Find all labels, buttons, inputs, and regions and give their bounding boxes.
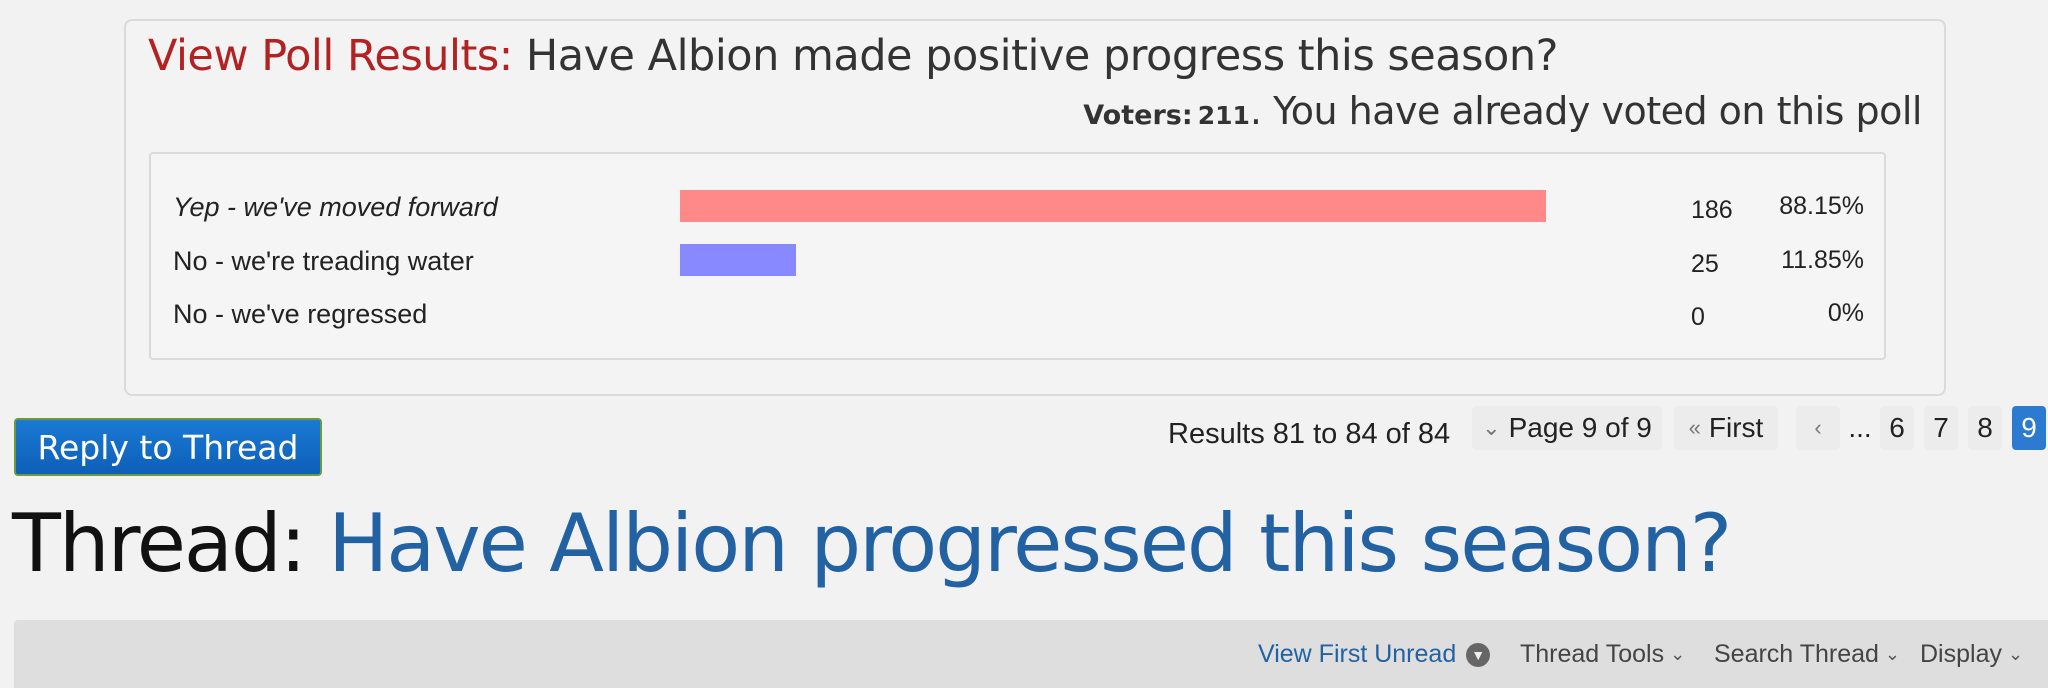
previous-page-button[interactable]: ‹ xyxy=(1796,406,1840,450)
thread-toolbar: View First Unread ▼ Thread Tools ⌄ Searc… xyxy=(14,620,2048,688)
results-count: Results 81 to 84 of 84 xyxy=(1168,418,1451,450)
poll-results-panel: View Poll Results: Have Albion made posi… xyxy=(124,19,1946,396)
poll-option-percent: 11.85% xyxy=(1781,246,1864,274)
page-link-9-current[interactable]: 9 xyxy=(2012,406,2046,450)
poll-voters-info: Voters: 211. You have already voted on t… xyxy=(1083,89,1922,133)
poll-option-row: Yep - we've moved forward 186 88.15% xyxy=(151,188,1884,228)
display-label: Display xyxy=(1920,640,2002,668)
poll-option-count: 186 xyxy=(1691,196,1733,224)
first-label: First xyxy=(1708,412,1764,443)
thread-label: Thread: xyxy=(12,497,307,590)
display-menu[interactable]: Display ⌄ xyxy=(1920,640,2023,669)
thread-name: Have Albion progressed this season? xyxy=(328,497,1732,590)
chevron-down-icon: ⌄ xyxy=(1670,644,1686,664)
view-first-unread-link[interactable]: View First Unread ▼ xyxy=(1258,640,1491,669)
first-unread-icon: ▼ xyxy=(1466,642,1491,667)
search-thread-label: Search Thread xyxy=(1714,640,1879,668)
chevron-down-icon: ⌄ xyxy=(2007,644,2024,664)
thread-title: Thread: Have Albion progressed this seas… xyxy=(12,497,1732,590)
poll-bar xyxy=(680,190,1546,222)
poll-bar xyxy=(680,244,797,276)
poll-option-count: 0 xyxy=(1691,303,1705,331)
reply-to-thread-button[interactable]: Reply to Thread xyxy=(14,418,322,476)
voters-label: Voters: xyxy=(1083,100,1193,131)
poll-option-label: No - we're treading water xyxy=(173,246,474,276)
pagination-ellipsis: ... xyxy=(1848,412,1872,443)
page-link-6[interactable]: 6 xyxy=(1880,406,1914,450)
view-first-unread-label: View First Unread xyxy=(1258,640,1457,668)
poll-option-percent: 88.15% xyxy=(1779,192,1864,220)
voters-count: 211 xyxy=(1197,101,1250,130)
page-link-8[interactable]: 8 xyxy=(1968,406,2002,450)
poll-option-row: No - we've regressed 0 0% xyxy=(151,295,1884,335)
poll-option-label: Yep - we've moved forward xyxy=(173,192,498,222)
search-thread-menu[interactable]: Search Thread ⌄ xyxy=(1714,640,1900,669)
poll-question: Have Albion made positive progress this … xyxy=(525,31,1559,81)
chevron-down-icon: ⌄ xyxy=(1482,415,1501,440)
poll-results-table: Yep - we've moved forward 186 88.15% No … xyxy=(149,152,1886,360)
poll-bar-track xyxy=(680,244,1546,276)
double-chevron-left-icon: « xyxy=(1688,415,1701,440)
poll-results-label: View Poll Results: xyxy=(148,31,513,81)
first-page-link[interactable]: « First xyxy=(1674,406,1778,450)
page-label: Page 9 of 9 xyxy=(1508,412,1652,443)
poll-bar-track xyxy=(680,297,1546,329)
poll-option-count: 25 xyxy=(1691,250,1719,278)
page-link-7[interactable]: 7 xyxy=(1924,406,1958,450)
chevron-down-icon: ⌄ xyxy=(1884,644,1901,664)
chevron-left-icon: ‹ xyxy=(1814,415,1822,440)
poll-bar-track xyxy=(680,190,1546,222)
voted-message: . You have already voted on this poll xyxy=(1249,89,1923,133)
thread-tools-menu[interactable]: Thread Tools ⌄ xyxy=(1520,640,1685,669)
thread-tools-label: Thread Tools xyxy=(1520,640,1665,668)
poll-option-label: No - we've regressed xyxy=(173,299,428,329)
page-jump-dropdown[interactable]: ⌄ Page 9 of 9 xyxy=(1472,406,1662,450)
poll-option-percent: 0% xyxy=(1827,299,1864,327)
poll-option-row: No - we're treading water 25 11.85% xyxy=(151,242,1884,282)
poll-title: View Poll Results: Have Albion made posi… xyxy=(148,31,1558,81)
